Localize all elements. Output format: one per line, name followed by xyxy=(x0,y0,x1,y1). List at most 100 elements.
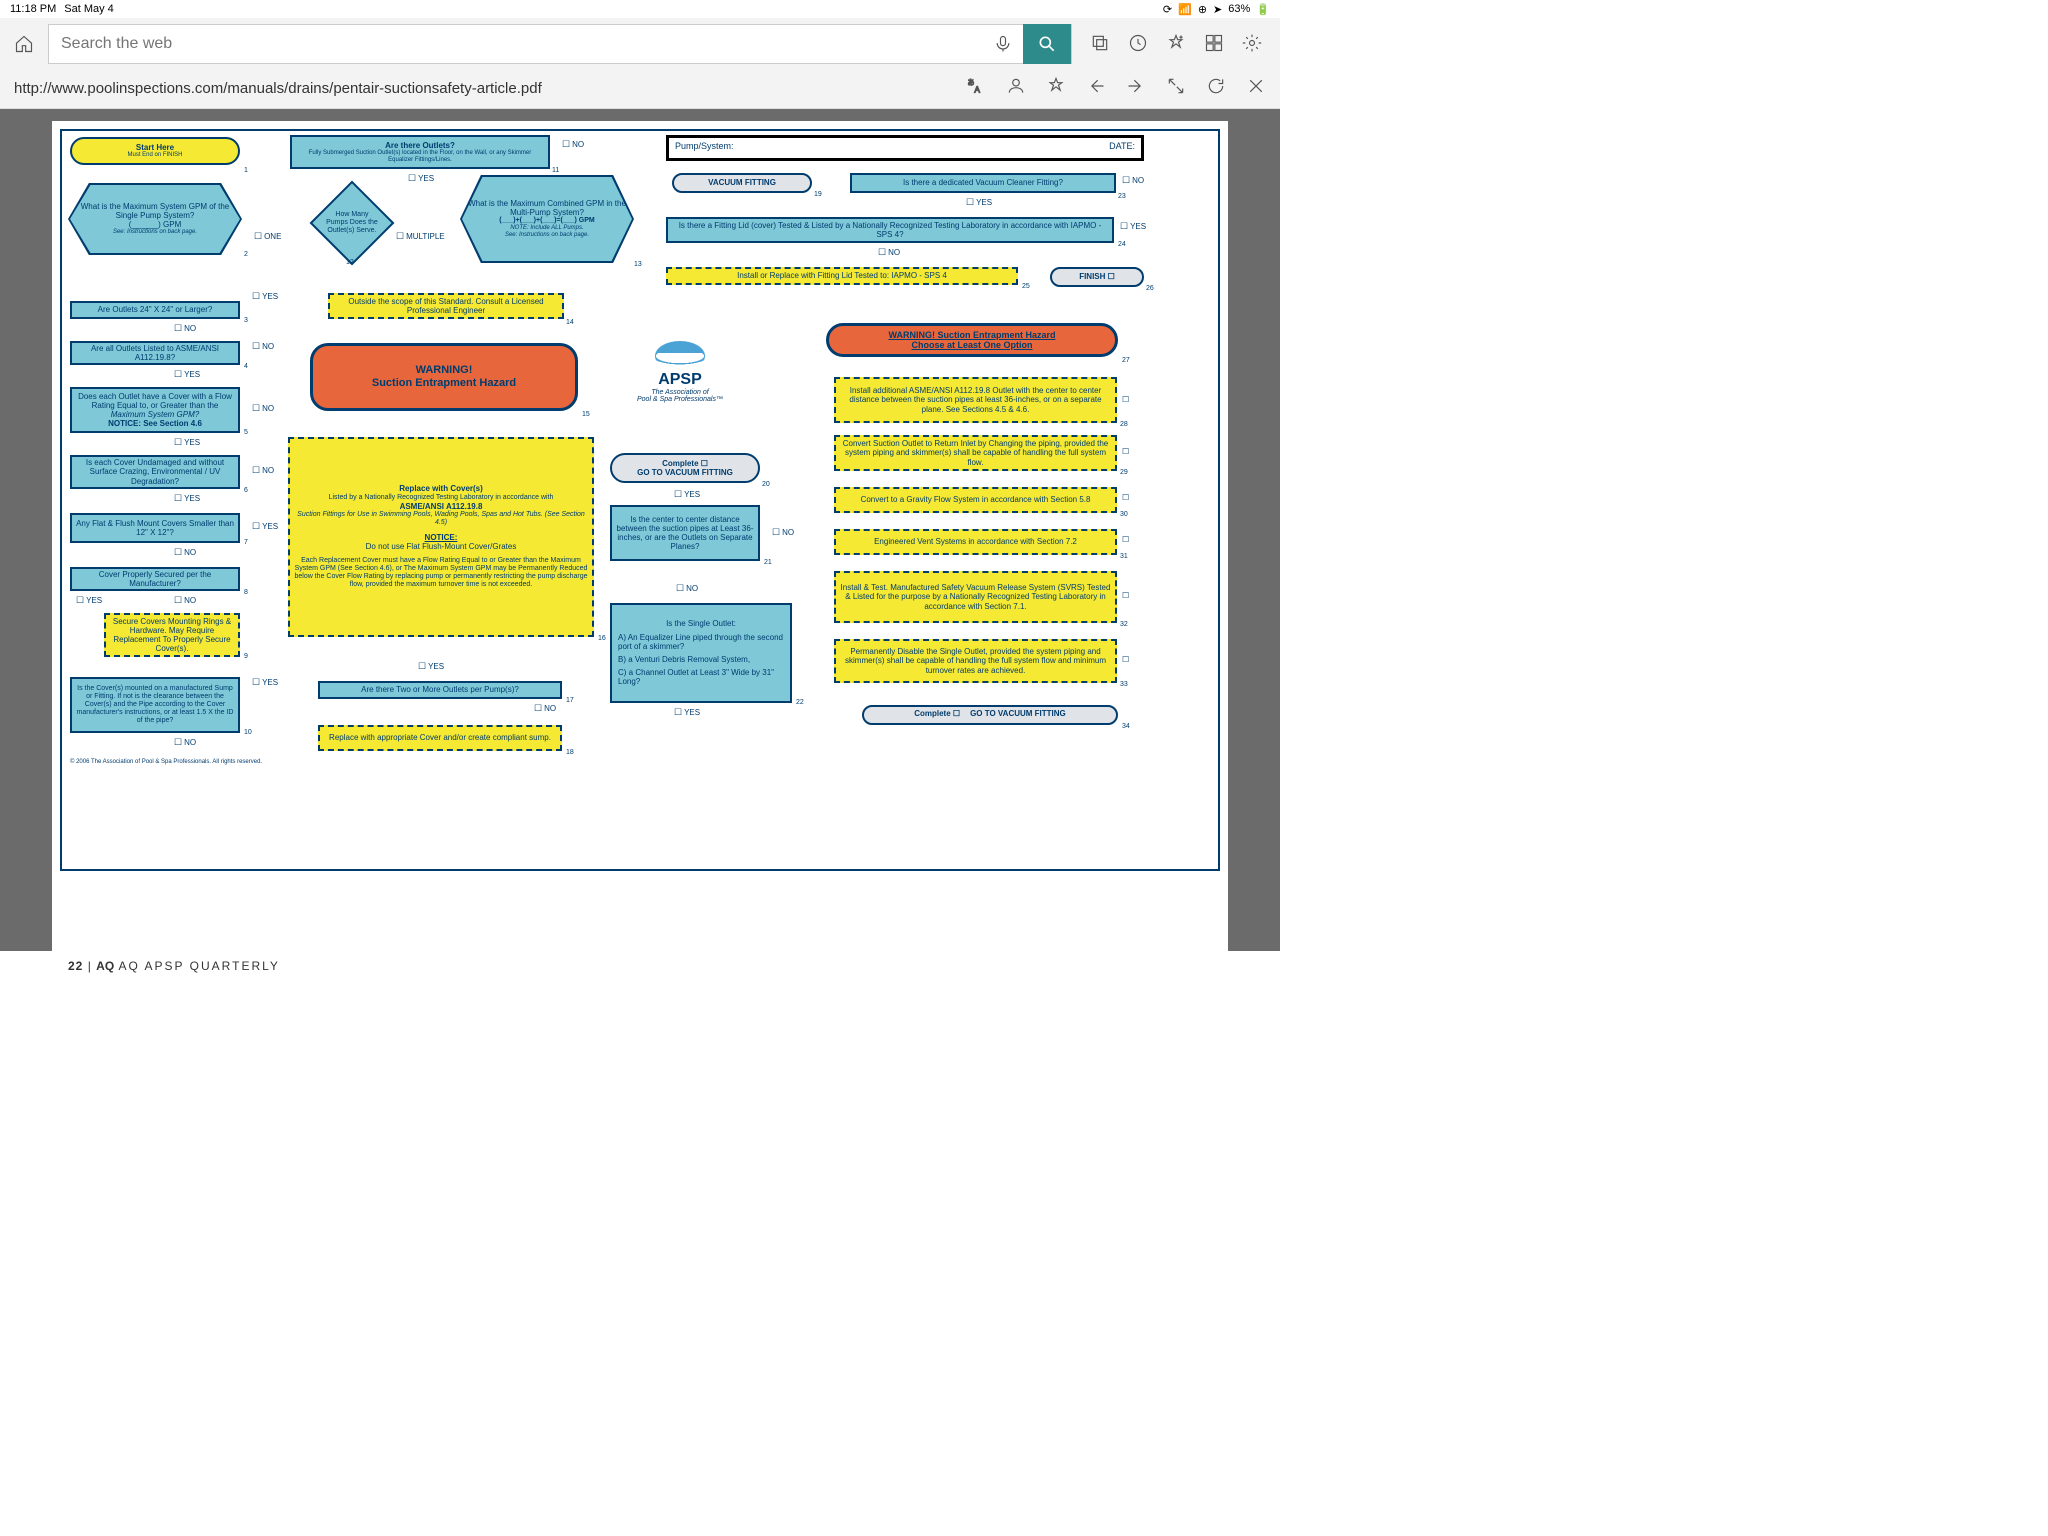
lbl-no-23: NO xyxy=(1122,175,1144,186)
status-time: 11:18 PM xyxy=(10,3,56,15)
node-14: Outside the scope of this Standard. Cons… xyxy=(328,293,564,319)
forward-button[interactable] xyxy=(1126,76,1146,100)
refresh-icon: ⟳ xyxy=(1163,3,1172,16)
orientation-lock-icon: ⊕ xyxy=(1198,3,1207,16)
home-button[interactable] xyxy=(10,30,38,58)
lbl-yes-4: YES xyxy=(174,369,200,380)
pdf-page: Pump/System: DATE: Start Here Must End o… xyxy=(52,121,1228,951)
copyright: © 2006 The Association of Pool & Spa Pro… xyxy=(70,759,262,765)
node-7: Any Flat & Flush Mount Covers Smaller th… xyxy=(70,513,240,543)
node-33: Permanently Disable the Single Outlet, p… xyxy=(834,639,1117,683)
node-25: Install or Replace with Fitting Lid Test… xyxy=(666,267,1018,285)
voice-search-button[interactable] xyxy=(983,34,1023,54)
node-6: Is each Cover Undamaged and without Surf… xyxy=(70,455,240,489)
lbl-yes-24: YES xyxy=(1120,221,1146,232)
search-input[interactable] xyxy=(49,35,983,53)
node-23: Is there a dedicated Vacuum Cleaner Fitt… xyxy=(850,173,1116,193)
tabs-button[interactable] xyxy=(1090,33,1110,56)
browser-chrome: http://www.poolinspections.com/manuals/d… xyxy=(0,18,1280,109)
lbl-no-6: NO xyxy=(252,465,274,476)
back-button[interactable] xyxy=(1086,76,1106,100)
node-20-complete: Complete ☐ GO TO VACUUM FITTING xyxy=(610,453,760,483)
node-15-warning: WARNING! Suction Entrapment Hazard xyxy=(310,343,578,411)
node-17: Are there Two or More Outlets per Pump(s… xyxy=(318,681,562,699)
fullscreen-button[interactable] xyxy=(1166,76,1186,100)
url-bar[interactable]: http://www.poolinspections.com/manuals/d… xyxy=(14,80,956,97)
node-28: Install additional ASME/ANSI A112.19.8 O… xyxy=(834,377,1117,423)
search-box xyxy=(48,24,1072,64)
node-30: Convert to a Gravity Flow System in acco… xyxy=(834,487,1117,513)
page-footer: 22 | AQ AQ APSP QUARTERLY xyxy=(68,959,280,973)
flowchart: Pump/System: DATE: Start Here Must End o… xyxy=(60,129,1220,871)
node-32: Install & Test. Manufactured Safety Vacu… xyxy=(834,571,1117,623)
apsp-logo-block: APSP The Association of Pool & Spa Profe… xyxy=(610,341,750,403)
lbl-yes-6: YES xyxy=(174,493,200,504)
status-date: Sat May 4 xyxy=(64,3,114,15)
battery-icon: 🔋 xyxy=(1256,3,1270,16)
form-header: Pump/System: DATE: xyxy=(666,135,1144,161)
node-4: Are all Outlets Listed to ASME/ANSI A112… xyxy=(70,341,240,365)
lbl-no-21: NO xyxy=(772,527,794,538)
node-24: Is there a Fitting Lid (cover) Tested & … xyxy=(666,217,1114,243)
node-16: Replace with Cover(s) Listed by a Nation… xyxy=(288,437,594,637)
lbl-no-10: NO xyxy=(174,737,196,748)
lbl-no-11: NO xyxy=(562,139,584,150)
node-19-vacuum: VACUUM FITTING xyxy=(672,173,812,193)
lbl-multiple: MULTIPLE xyxy=(396,231,445,242)
lbl-yes-8: YES xyxy=(76,595,102,606)
bookmark-star-button[interactable] xyxy=(1046,76,1066,100)
apsp-name: APSP xyxy=(610,371,750,389)
lbl-yes-7: YES xyxy=(252,521,278,532)
ipad-status-bar: 11:18 PM Sat May 4 ⟳ 📶 ⊕ ➤ 63% 🔋 xyxy=(0,0,1280,18)
svg-text:A: A xyxy=(974,85,980,95)
lbl-yes-17: YES xyxy=(418,661,444,672)
battery-percent: 63% xyxy=(1228,3,1250,15)
wifi-icon: 📶 xyxy=(1178,3,1192,16)
favorites-button[interactable] xyxy=(1166,33,1186,56)
lbl-yes-10: YES xyxy=(252,677,278,688)
node-9: Secure Covers Mounting Rings & Hardware.… xyxy=(104,613,240,657)
node-12-hex: What is the Maximum System GPM of the Si… xyxy=(70,185,240,253)
date-label: DATE: xyxy=(1109,141,1135,155)
pump-label: Pump/System: xyxy=(675,141,734,155)
lbl-no-21b: NO xyxy=(676,583,698,594)
lbl-no-17: NO xyxy=(534,703,556,714)
node-10: Is the Cover(s) mounted on a manufacture… xyxy=(70,677,240,733)
lbl-yes-23: YES xyxy=(966,197,992,208)
node-26-finish: FINISH ☐ xyxy=(1050,267,1144,287)
location-icon: ➤ xyxy=(1213,3,1222,16)
lbl-no-4: NO xyxy=(252,341,274,352)
node-22: Is the Single Outlet: A) An Equalizer Li… xyxy=(610,603,792,703)
node-34-complete: Complete ☐ GO TO VACUUM FITTING xyxy=(862,705,1118,725)
settings-button[interactable] xyxy=(1242,33,1262,56)
translate-button[interactable]: あA xyxy=(966,76,986,100)
read-aloud-button[interactable] xyxy=(1006,76,1026,100)
apsp-logo-icon xyxy=(655,341,705,371)
reload-button[interactable] xyxy=(1206,76,1226,100)
lbl-yes-11: YES xyxy=(408,173,434,184)
lbl-yes-20: YES xyxy=(674,489,700,500)
node-3: Are Outlets 24" X 24" or Larger? xyxy=(70,301,240,319)
lbl-one: ONE xyxy=(254,231,281,242)
node-29: Convert Suction Outlet to Return Inlet b… xyxy=(834,435,1117,471)
hub-button[interactable] xyxy=(1204,33,1224,56)
node-12-diamond: How Many Pumps Does the Outlet(s) Serve. xyxy=(310,181,395,266)
node-8: Cover Properly Secured per the Manufactu… xyxy=(70,567,240,591)
close-button[interactable] xyxy=(1246,76,1266,100)
lbl-no-7: NO xyxy=(174,547,196,558)
node-5: Does each Outlet have a Cover with a Flo… xyxy=(70,387,240,433)
node-27-warning: WARNING! Suction Entrapment Hazard Choos… xyxy=(826,323,1118,357)
lbl-no-24: NO xyxy=(878,247,900,258)
node-31: Engineered Vent Systems in accordance wi… xyxy=(834,529,1117,555)
history-button[interactable] xyxy=(1128,33,1148,56)
lbl-no-5: NO xyxy=(252,403,274,414)
lbl-no-3: NO xyxy=(174,323,196,334)
pdf-viewer[interactable]: Pump/System: DATE: Start Here Must End o… xyxy=(0,109,1280,951)
node-11: Are there Outlets? Fully Submerged Sucti… xyxy=(290,135,550,169)
lbl-yes-22: YES xyxy=(674,707,700,718)
status-right: ⟳ 📶 ⊕ ➤ 63% 🔋 xyxy=(1163,3,1270,16)
node-21: Is the center to center distance between… xyxy=(610,505,760,561)
search-button[interactable] xyxy=(1023,24,1071,64)
node-18: Replace with appropriate Cover and/or cr… xyxy=(318,725,562,751)
lbl-no-8: NO xyxy=(174,595,196,606)
